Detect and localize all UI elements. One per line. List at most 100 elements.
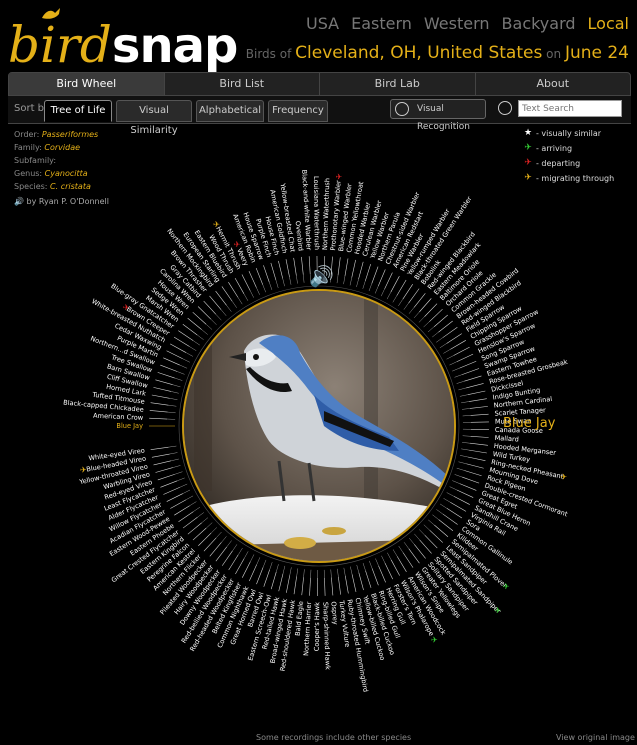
taxonomy-value[interactable]: Passeriformes: [42, 130, 98, 139]
tree-branch: [221, 286, 233, 302]
bird-departing-icon: ✈: [336, 172, 343, 181]
species-label[interactable]: Cooper's Hawk: [313, 602, 321, 651]
tree-node: [343, 567, 346, 576]
tree-branch: [301, 256, 304, 275]
species-label[interactable]: Blue Jay: [116, 422, 143, 430]
tree-node: [387, 552, 392, 560]
tree-node: [446, 492, 454, 497]
tree-branch: [438, 519, 454, 531]
tree-branch: [155, 379, 173, 386]
tree-branch: [467, 456, 486, 461]
tree-node: [231, 301, 237, 308]
tree-node: [238, 547, 243, 555]
star-icon: ★: [524, 128, 533, 138]
tree-branch: [255, 267, 264, 285]
location-date[interactable]: June 24: [565, 43, 629, 63]
birdsnap-logo[interactable]: bird snap: [8, 6, 238, 70]
legend-label: - arriving: [536, 144, 573, 153]
sort-tab-alphabetical[interactable]: Alphabetical: [196, 100, 264, 122]
play-sound-icon[interactable]: 🔊: [309, 264, 334, 288]
tree-node: [167, 411, 176, 414]
tree-branch: [331, 577, 334, 596]
tree-node: [350, 566, 353, 575]
tree-node: [169, 398, 178, 400]
tree-branch: [459, 483, 477, 491]
tree-branch: [358, 261, 364, 280]
location-city[interactable]: Cleveland, OH, United States: [295, 43, 542, 63]
tree-branch: [151, 394, 170, 399]
tree-node: [182, 489, 191, 494]
taxonomy-row: Subfamily:: [14, 154, 98, 167]
tree-branch: [456, 353, 474, 362]
tree-branch: [419, 298, 432, 313]
tree-branch: [408, 288, 420, 304]
tree-node: [386, 291, 392, 300]
text-search: [496, 99, 628, 119]
tree-branch: [337, 257, 341, 276]
taxonomy-value[interactable]: Cyanocitta: [45, 169, 88, 178]
bird-departing-icon: ✈: [123, 303, 130, 312]
species-label[interactable]: Sharp-shinned Hawk: [321, 602, 331, 670]
speaker-small-icon[interactable]: 🔊: [14, 197, 24, 206]
tree-branch: [429, 308, 443, 322]
region-local[interactable]: Local: [588, 14, 629, 33]
tree-node: [276, 564, 279, 572]
tree-node: [414, 533, 420, 541]
tree-branch: [248, 270, 257, 288]
tree-branch: [402, 284, 413, 300]
tree-branch: [450, 340, 466, 350]
tree-node: [197, 334, 204, 340]
tree-node: [452, 367, 460, 372]
tree-branch: [249, 564, 257, 582]
tree-node: [197, 512, 204, 518]
tree-node: [282, 278, 285, 287]
bird-migrating-icon: ✈: [80, 466, 87, 475]
taxonomy-value[interactable]: Corvidae: [44, 143, 80, 152]
sort-tab-tree-of-life[interactable]: Tree of Life: [44, 100, 112, 122]
tree-node: [462, 442, 471, 444]
tree-branch: [215, 546, 228, 562]
nav-tab-bird-list[interactable]: Bird List: [165, 73, 320, 95]
tree-branch: [163, 486, 181, 495]
sort-tab-frequency[interactable]: Frequency: [268, 100, 328, 122]
region-eastern[interactable]: Eastern: [351, 14, 412, 33]
tree-branch: [453, 346, 470, 356]
sort-tab-visual-similarity[interactable]: Visual Similarity: [116, 100, 192, 136]
tree-branch: [234, 278, 245, 294]
view-original-link[interactable]: View original image: [556, 733, 635, 742]
tree-node: [374, 285, 379, 294]
visual-recognition-button[interactable]: Visual Recognition: [390, 99, 486, 132]
tree-node: [289, 276, 292, 285]
text-search-input[interactable]: [518, 100, 622, 117]
region-western[interactable]: Western: [424, 14, 490, 33]
tree-branch: [157, 372, 175, 379]
tree-node: [462, 408, 471, 410]
tree-node: [462, 435, 471, 437]
nav-tab-bird-wheel[interactable]: Bird Wheel: [9, 73, 165, 95]
tree-branch: [378, 269, 386, 287]
tree-node: [356, 564, 360, 573]
species-label[interactable]: Louisiana Waterthrush: [312, 176, 321, 250]
nav-tab-about[interactable]: About: [476, 73, 631, 95]
location-on: on: [546, 47, 562, 61]
nav-tab-bird-lab[interactable]: Bird Lab: [320, 73, 476, 95]
tree-node: [456, 380, 465, 384]
selected-bird-name: Blue Jay: [503, 416, 556, 431]
tree-node: [237, 297, 243, 305]
tree-node: [256, 557, 261, 565]
tree-node: [205, 324, 213, 330]
tree-branch: [442, 513, 458, 525]
tree-branch: [203, 537, 217, 552]
region-backyard[interactable]: Backyard: [502, 14, 576, 33]
tree-node: [182, 358, 190, 363]
bird-photo[interactable]: [182, 289, 456, 563]
tree-branch: [174, 505, 190, 516]
tree-branch: [470, 435, 489, 438]
tree-branch: [351, 259, 356, 278]
tree-node: [282, 565, 286, 574]
tree-node: [185, 495, 194, 500]
tree-node: [459, 394, 468, 397]
bird-arriving-icon: ✈: [431, 636, 438, 645]
taxonomy-value[interactable]: C. cristata: [50, 182, 91, 191]
region-usa[interactable]: USA: [306, 14, 339, 33]
